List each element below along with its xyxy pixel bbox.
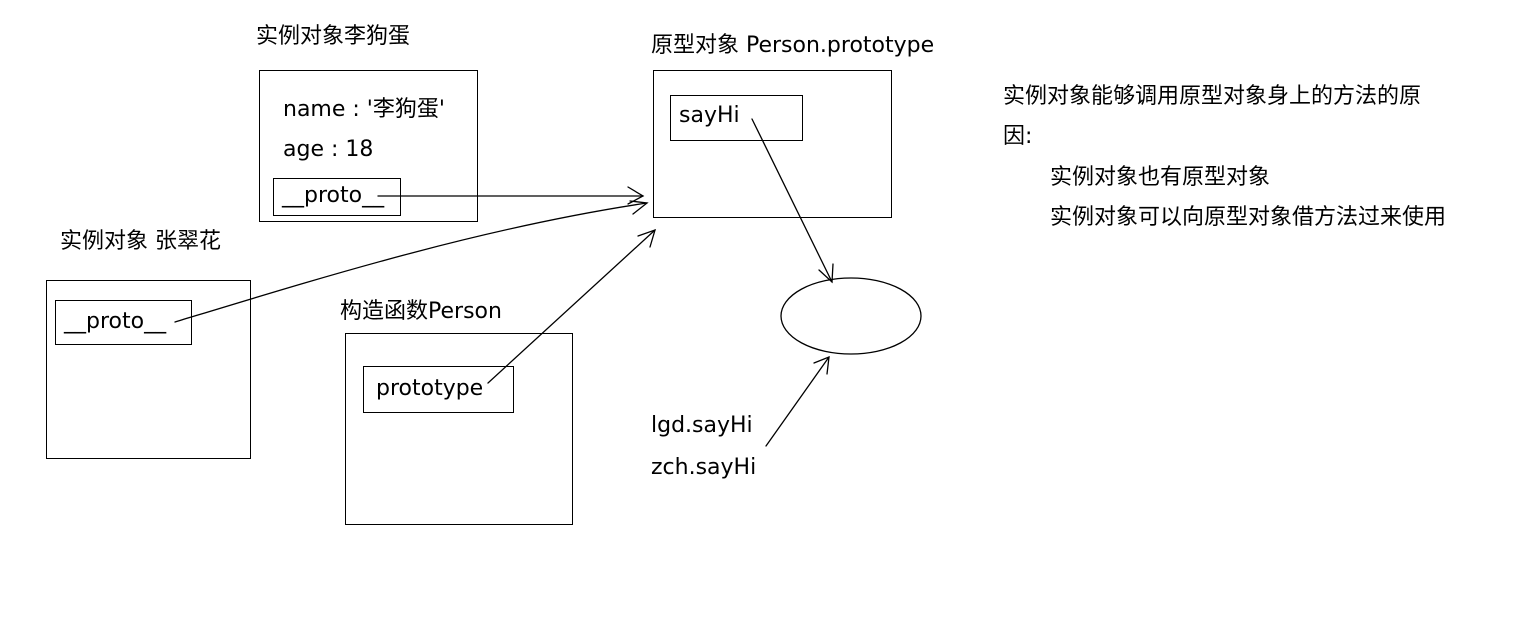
constructor-title: 构造函数Person — [340, 299, 502, 324]
prototype-object-box — [653, 70, 892, 218]
call-zch-sayhi: zch.sayHi — [651, 455, 757, 480]
prototype-sayhi-slot: sayHi — [670, 95, 803, 141]
arrowhead-sayhi — [818, 263, 834, 284]
instance-lgd-age-property: age : 18 — [283, 137, 374, 162]
prototype-object-title: 原型对象 Person.prototype — [651, 33, 935, 58]
instance-lgd-title: 实例对象李狗蛋 — [256, 24, 411, 49]
instance-lgd-name-property: name : '李狗蛋' — [283, 97, 445, 122]
method-ellipse — [780, 277, 922, 355]
instance-lgd-proto-slot: __proto__ — [273, 178, 401, 216]
explanation-line-1: 实例对象能够调用原型对象身上的方法的原 — [1003, 84, 1422, 109]
explanation-line-2: 因: — [1003, 124, 1033, 149]
arrowhead-zch-proto — [629, 200, 649, 215]
arrowhead-calls — [813, 355, 830, 375]
arrow-calls-to-method — [765, 356, 830, 447]
constructor-box — [345, 333, 573, 525]
instance-zch-proto-slot: __proto__ — [55, 300, 192, 345]
arrowhead-lgd-proto — [627, 186, 645, 205]
call-lgd-sayhi: lgd.sayHi — [651, 413, 753, 438]
constructor-prototype-slot: prototype — [363, 366, 514, 413]
explanation-line-3: 实例对象也有原型对象 — [1050, 165, 1271, 190]
arrowhead-constructor-prototype — [637, 228, 656, 248]
instance-zch-title: 实例对象 张翠花 — [60, 229, 221, 254]
explanation-line-4: 实例对象可以向原型对象借方法过来使用 — [1050, 205, 1447, 230]
